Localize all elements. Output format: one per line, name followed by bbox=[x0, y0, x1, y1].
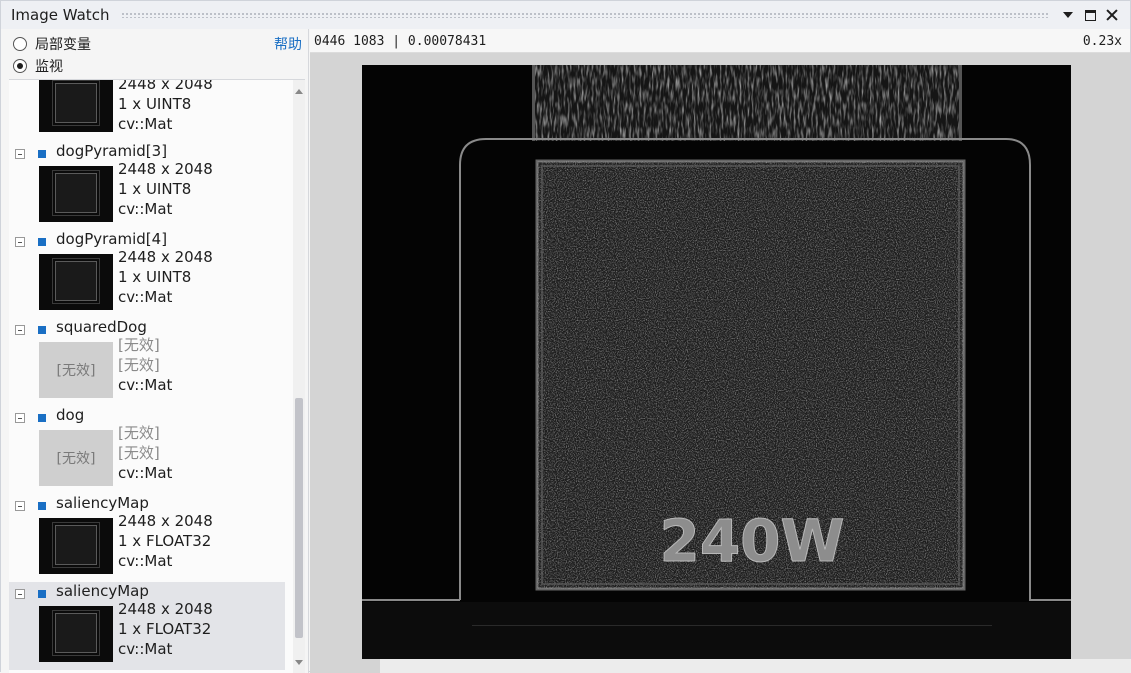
pixel-type: 1 x UINT8 bbox=[118, 268, 192, 286]
collapse-toggle-icon[interactable] bbox=[15, 501, 25, 511]
collapse-toggle-icon[interactable] bbox=[15, 149, 25, 159]
scope-option-watch[interactable]: 监视 bbox=[13, 56, 63, 76]
title-bar: Image Watch bbox=[1, 1, 1130, 29]
scope-option-locals[interactable]: 局部变量 bbox=[13, 34, 91, 54]
image-thumbnail[interactable] bbox=[39, 518, 113, 574]
collapse-toggle-icon[interactable] bbox=[15, 325, 25, 335]
variable-type-icon bbox=[38, 238, 46, 246]
watch-list: 2448 x 2048 1 x UINT8 cv::Mat dogPyramid[3]… bbox=[9, 79, 305, 673]
image-thumbnail[interactable] bbox=[39, 80, 113, 132]
image-metadata: [无效] [无效] cv::Mat bbox=[118, 423, 172, 483]
watch-item[interactable]: saliencyMap 2448 x 20481 x FLOAT32cv::Mat bbox=[9, 494, 285, 582]
object-class: cv::Mat bbox=[118, 115, 173, 133]
variable-name: dogPyramid[3] bbox=[56, 142, 168, 160]
variable-type-icon bbox=[38, 590, 46, 598]
pixel-type: 1 x UINT8 bbox=[118, 180, 192, 198]
image-viewer-pane: 0446 1083 | 0.00078431 0.23x 240W bbox=[310, 29, 1131, 673]
variable-type-icon bbox=[38, 502, 46, 510]
scrollbar-thumb[interactable] bbox=[295, 398, 303, 638]
image-metadata: [无效] [无效] cv::Mat bbox=[118, 335, 172, 395]
watch-item[interactable]: 2448 x 20481 x UINT8cv::Mat bbox=[9, 80, 285, 142]
scroll-down-icon[interactable] bbox=[295, 660, 303, 665]
close-icon bbox=[1106, 9, 1118, 21]
window-title: Image Watch bbox=[11, 6, 110, 24]
image-dimensions: 2448 x 2048 bbox=[118, 160, 213, 178]
variable-type-icon bbox=[38, 326, 46, 334]
radio-button-watch[interactable] bbox=[13, 59, 27, 73]
pixel-type: [无效] bbox=[118, 444, 160, 462]
variable-name: saliencyMap bbox=[56, 494, 149, 512]
image-thumbnail[interactable] bbox=[39, 166, 113, 222]
object-class: cv::Mat bbox=[118, 376, 173, 394]
image-dimensions: [无效] bbox=[118, 424, 160, 442]
window-menu-button[interactable] bbox=[1060, 7, 1076, 23]
object-class: cv::Mat bbox=[118, 640, 173, 658]
image-metadata: 2448 x 20481 x UINT8cv::Mat bbox=[118, 79, 213, 134]
variable-name: dogPyramid[4] bbox=[56, 230, 168, 248]
watch-item[interactable]: dogPyramid[4] 2448 x 20481 x UINT8cv::Mat bbox=[9, 230, 285, 318]
object-class: cv::Mat bbox=[118, 552, 173, 570]
watch-pane: 局部变量 监视 帮助 2448 x 2048 1 x UINT8 cv::Mat do… bbox=[1, 29, 309, 673]
pixel-type: 1 x FLOAT32 bbox=[118, 620, 212, 638]
chip-marking: 240W bbox=[659, 507, 844, 575]
underlying-window-strip bbox=[380, 659, 1131, 673]
scope-option-label: 局部变量 bbox=[35, 37, 91, 53]
watch-item[interactable]: dog [无效] [无效] [无效] cv::Mat bbox=[9, 406, 285, 494]
pixel-info-bar: 0446 1083 | 0.00078431 0.23x bbox=[310, 29, 1130, 53]
pixel-type: 1 x UINT8 bbox=[118, 95, 192, 113]
watch-item[interactable]: dogPyramid[3] 2448 x 20481 x UINT8cv::Mat bbox=[9, 142, 285, 230]
watch-item[interactable]: squaredDog [无效] [无效] [无效] cv::Mat bbox=[9, 318, 285, 406]
object-class: cv::Mat bbox=[118, 464, 173, 482]
scope-option-label: 监视 bbox=[35, 59, 63, 75]
scroll-up-icon[interactable] bbox=[295, 89, 303, 94]
collapse-toggle-icon[interactable] bbox=[15, 413, 25, 423]
invalid-thumbnail[interactable]: [无效] bbox=[39, 430, 113, 486]
image-metadata: 2448 x 20481 x UINT8cv::Mat bbox=[118, 159, 213, 219]
object-class: cv::Mat bbox=[118, 288, 173, 306]
radio-button-locals[interactable] bbox=[13, 37, 27, 51]
object-class: cv::Mat bbox=[118, 200, 173, 218]
watch-item[interactable]: saliencyMap 2448 x 20481 x FLOAT32cv::Mat bbox=[9, 582, 285, 670]
image-dimensions: 2448 x 2048 bbox=[118, 248, 213, 266]
image-watch-window: Image Watch 局部变量 监视 帮助 2448 x 20481 x UI… bbox=[0, 0, 1131, 673]
image-dimensions: 2448 x 2048 bbox=[118, 600, 213, 618]
image-dimensions: 2448 x 2048 bbox=[118, 79, 213, 93]
invalid-thumbnail[interactable]: [无效] bbox=[39, 342, 113, 398]
collapse-toggle-icon[interactable] bbox=[15, 237, 25, 247]
vertical-scrollbar[interactable] bbox=[293, 80, 305, 673]
image-metadata: 2448 x 20481 x UINT8cv::Mat bbox=[118, 247, 213, 307]
image-metadata: 2448 x 20481 x FLOAT32cv::Mat bbox=[118, 511, 213, 571]
image-canvas[interactable]: 240W bbox=[362, 65, 1071, 659]
maximize-icon bbox=[1084, 9, 1096, 21]
close-button[interactable] bbox=[1104, 7, 1120, 23]
collapse-toggle-icon[interactable] bbox=[15, 589, 25, 599]
variable-name: squaredDog bbox=[56, 318, 147, 336]
help-link[interactable]: 帮助 bbox=[274, 34, 302, 54]
pixel-type: [无效] bbox=[118, 356, 160, 374]
zoom-level: 0.23x bbox=[1082, 34, 1122, 49]
dropdown-arrow-icon bbox=[1063, 12, 1073, 18]
variable-name: saliencyMap bbox=[56, 582, 149, 600]
image-metadata: 2448 x 20481 x FLOAT32cv::Mat bbox=[118, 599, 213, 659]
pixel-type: 1 x FLOAT32 bbox=[118, 532, 212, 550]
maximize-button[interactable] bbox=[1082, 7, 1098, 23]
pixel-info: 0446 1083 | 0.00078431 bbox=[314, 34, 487, 49]
drag-grip[interactable] bbox=[121, 12, 1050, 18]
image-dimensions: [无效] bbox=[118, 336, 160, 354]
image-thumbnail[interactable] bbox=[39, 606, 113, 662]
variable-type-icon bbox=[38, 414, 46, 422]
image-dimensions: 2448 x 2048 bbox=[118, 512, 213, 530]
image-thumbnail[interactable] bbox=[39, 254, 113, 310]
variable-name: dog bbox=[56, 406, 85, 424]
variable-type-icon bbox=[38, 150, 46, 158]
